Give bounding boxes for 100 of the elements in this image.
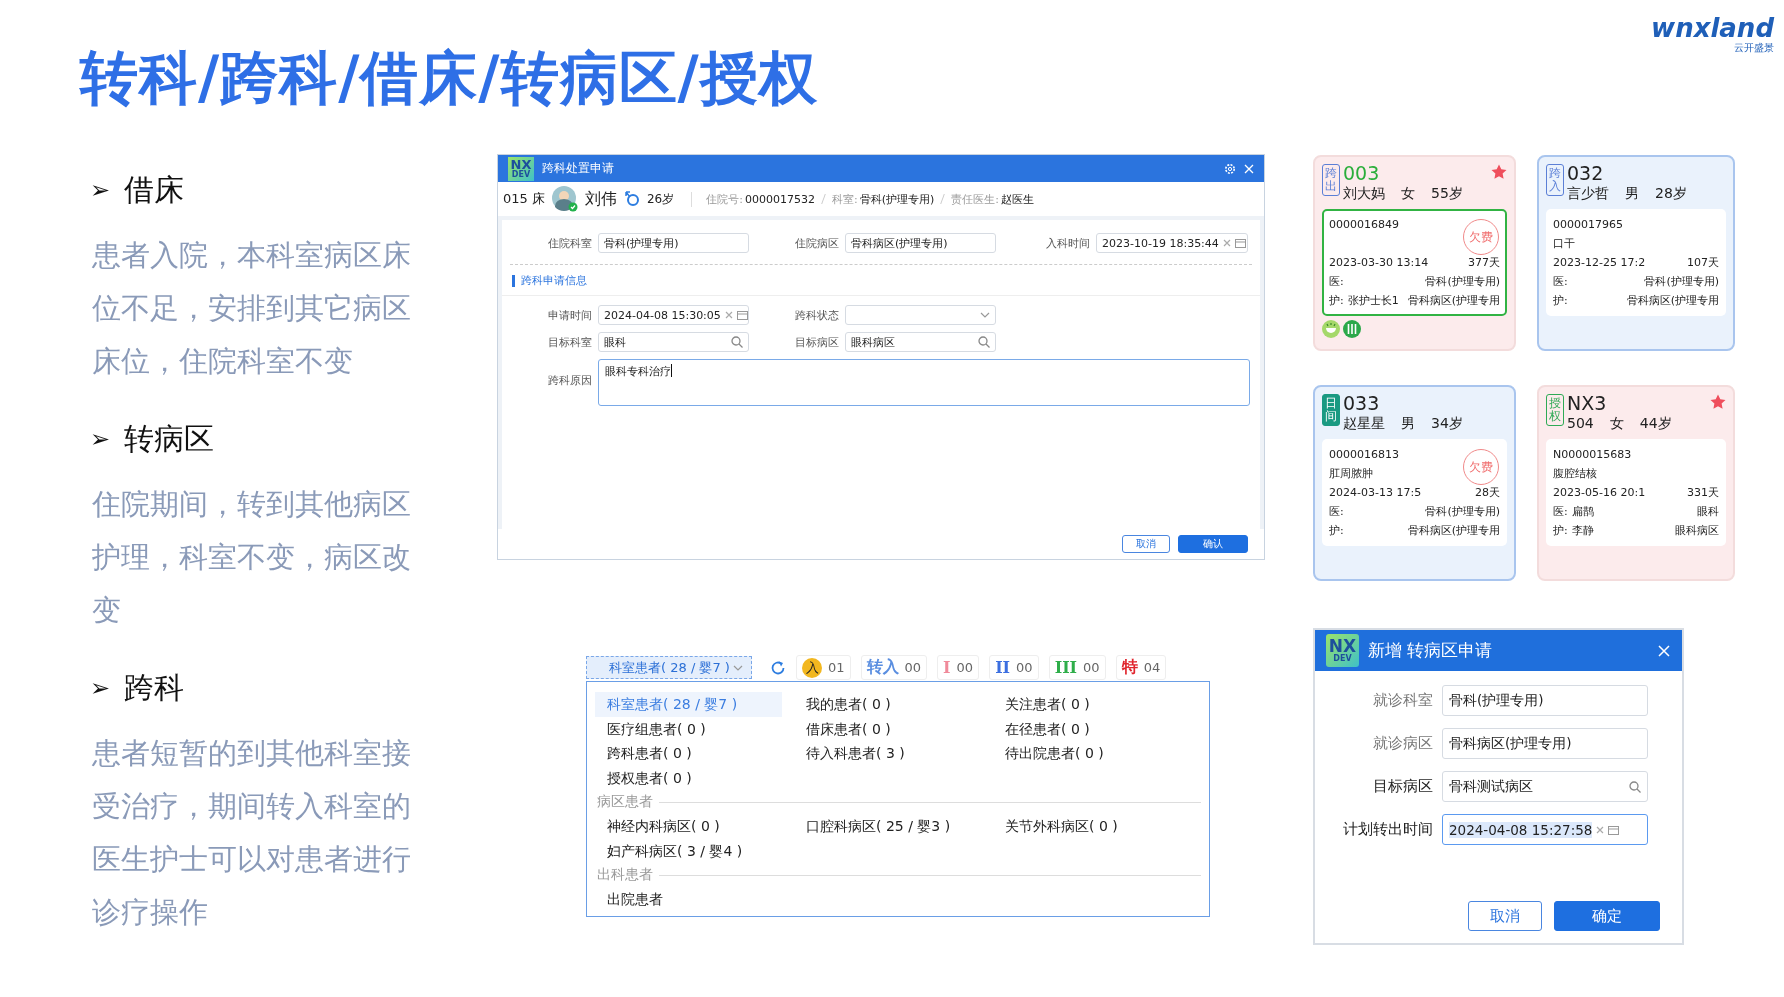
dialog-title: 跨科处置申请	[542, 160, 614, 177]
menu-item[interactable]: 授权患者( 0 )	[595, 765, 794, 790]
settings-icon	[1224, 162, 1236, 175]
menu-item[interactable]: 出院患者	[595, 887, 794, 912]
slide-title: 转科/跨科/借床/转病区/授权	[80, 43, 818, 114]
info-value: 0000017532	[744, 192, 815, 206]
app-logo: NX DEV	[508, 156, 534, 181]
cancel-button[interactable]: 取消	[1468, 901, 1542, 931]
row-label: 护:	[1329, 294, 1344, 307]
input-field[interactable]: 骨科测试病区	[1442, 771, 1648, 802]
info-value: 赵医生	[1001, 192, 1034, 206]
menu-item[interactable]: 医疗组患者( 0 )	[595, 716, 794, 741]
ward: 骨科病区(护理专用	[1407, 293, 1500, 309]
ward: 骨科病区(护理专用	[1626, 293, 1719, 309]
patient-age: 55岁	[1431, 184, 1463, 202]
text-area[interactable]: 眼科专科治疗	[598, 359, 1250, 406]
filter-counter[interactable]: 特 04	[1115, 655, 1167, 680]
input-field[interactable]: 2023-10-19 18:35:44	[1096, 233, 1248, 253]
calendar-icon	[736, 310, 748, 320]
caret-icon	[733, 664, 743, 671]
menu-item[interactable]: 在径患者( 0 )	[993, 716, 1192, 741]
menu-item[interactable]: 待入科患者( 3 )	[794, 741, 993, 766]
confirm-button[interactable]: 确认	[1178, 535, 1248, 553]
bullet-arrow: ➢	[90, 176, 111, 204]
department: 骨科(护理专用)	[1644, 274, 1719, 290]
menu-item[interactable]: 妇产科病区( 3 / 婴4 )	[595, 838, 794, 863]
patient-sex: 女	[1609, 414, 1624, 432]
menu-item[interactable]: 口腔科病区( 25 / 婴3 )	[794, 814, 993, 839]
patient-sex: 男	[1625, 184, 1639, 202]
filter-counter[interactable]: 入 01	[796, 655, 851, 680]
avatar-icon	[551, 186, 578, 212]
row-label: 护:	[1553, 524, 1568, 537]
patient-name: 504	[1567, 414, 1594, 432]
patient-age: 44岁	[1639, 414, 1672, 432]
admission-date: 2023-05-16 20:1	[1553, 485, 1646, 501]
menu-item[interactable]: 神经内科病区( 0 )	[595, 814, 794, 839]
filter-counter[interactable]: I 00	[937, 655, 980, 680]
patient-sex: 女	[1401, 184, 1415, 202]
diagnosis: 口干	[1553, 236, 1575, 252]
input-field[interactable]: 2024-04-08 15:27:58	[1442, 814, 1648, 845]
stay-days: 107天	[1687, 253, 1719, 272]
doctor-name: 扁鹊	[1571, 505, 1594, 518]
filter-counter[interactable]: III 00	[1048, 655, 1106, 680]
filter-counter[interactable]: II 00	[989, 655, 1039, 680]
menu-item[interactable]: 我的患者( 0 )	[794, 692, 993, 717]
section-text: 患者短暂的到其他科室接受治疗，期间转入科室的医生护士可以对患者进行诊疗操作	[92, 735, 412, 931]
info-label: 科室:	[831, 192, 858, 206]
field-label: 住院科室	[547, 235, 592, 251]
menu-item[interactable]: 跨科患者( 0 )	[595, 741, 794, 766]
field-label: 计划转出时间	[1342, 820, 1433, 839]
section-heading: 借床	[124, 170, 185, 209]
close-icon[interactable]	[1658, 644, 1670, 657]
patient-id: N0000015683	[1553, 447, 1632, 463]
patient-filter-dropdown[interactable]: 科室患者( 28 / 婴7 )	[586, 656, 752, 679]
level-icon	[1343, 320, 1361, 338]
search-icon	[731, 336, 743, 348]
tag: 跨出	[1322, 164, 1340, 197]
diagnosis: 肛周脓肿	[1329, 466, 1373, 482]
smiley-icon	[1322, 320, 1340, 338]
stay-days: 377天	[1468, 253, 1500, 272]
app-logo: NX DEV	[1326, 634, 1359, 667]
bed-number: 032	[1567, 162, 1605, 184]
nurse-name: 李静	[1571, 524, 1594, 537]
section-text: 住院期间，转到其他病区护理，科室不变，病区改变	[92, 486, 412, 629]
refresh-icon[interactable]	[770, 659, 786, 676]
department: 骨科(护理专用)	[1425, 504, 1500, 520]
menu-item[interactable]: 关节外科病区( 0 )	[993, 814, 1192, 839]
field-label: 目标病区	[794, 334, 839, 350]
bed-number: 033	[1343, 392, 1381, 414]
calendar-icon	[1608, 824, 1620, 835]
field-label: 入科时间	[1045, 235, 1090, 251]
close-icon[interactable]	[1244, 163, 1254, 174]
ward: 骨科病区(护理专用	[1407, 523, 1500, 539]
department: 眼科	[1697, 504, 1719, 520]
input-field[interactable]: 2024-04-08 15:30:05	[598, 305, 749, 325]
caret-icon	[980, 312, 990, 318]
input-field[interactable]: 骨科(护理专用)	[598, 233, 749, 253]
cancel-button[interactable]: 取消	[1122, 535, 1170, 553]
menu-item[interactable]: 借床患者( 0 )	[794, 716, 993, 741]
section-title: 跨科申请信息	[512, 275, 1260, 287]
admission-date: 2024-03-13 17:5	[1329, 485, 1422, 501]
field-label: 就诊科室	[1372, 691, 1433, 710]
menu-item[interactable]: 关注患者( 0 )	[993, 692, 1192, 717]
patient-name: 刘大妈	[1343, 184, 1385, 202]
menu-item[interactable]: 科室患者( 28 / 婴7 )	[595, 692, 782, 717]
input-field[interactable]: 眼科病区	[845, 332, 996, 352]
patient-age: 34岁	[1431, 414, 1463, 432]
input-field[interactable]: 眼科	[598, 332, 749, 352]
bullet-arrow: ➢	[90, 674, 111, 702]
confirm-button[interactable]: 确定	[1554, 901, 1660, 931]
section-text: 患者入院，本科室病区床位不足，安排到其它病区床位，住院科室不变	[92, 237, 412, 380]
input-field[interactable]: 骨科病区(护理专用)	[845, 233, 996, 253]
menu-item[interactable]: 待出院患者( 0 )	[993, 741, 1192, 766]
info-label: 责任医生:	[951, 192, 999, 206]
filter-counter[interactable]: 转入 00	[860, 655, 928, 680]
patient-id: 0000017965	[1553, 217, 1623, 233]
patient-name: 言少哲	[1567, 184, 1609, 202]
select-field[interactable]	[845, 305, 996, 325]
patient-name: 刘伟	[584, 188, 617, 210]
bullet-arrow: ➢	[90, 425, 111, 453]
